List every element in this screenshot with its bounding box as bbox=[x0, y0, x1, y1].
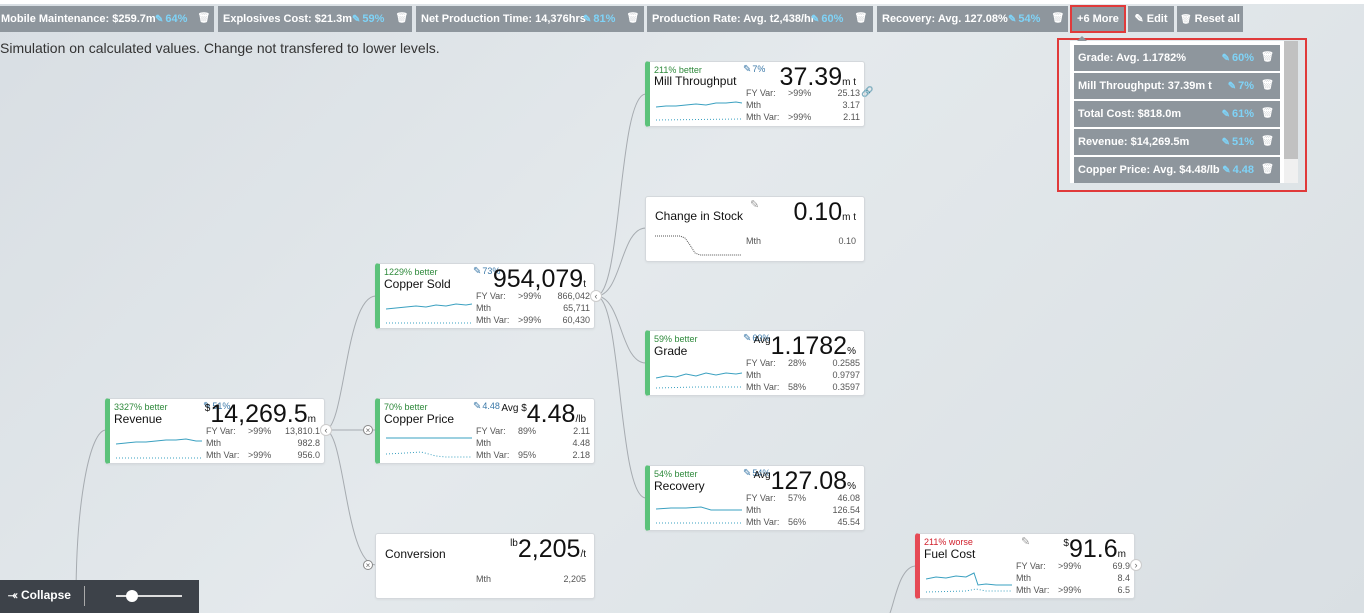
card-title: Fuel Cost bbox=[924, 547, 976, 561]
sparkline bbox=[656, 372, 742, 389]
trash-icon[interactable]: 🗑 bbox=[1261, 45, 1274, 71]
trash-icon[interactable]: 🗑 bbox=[1261, 101, 1274, 127]
trash-icon[interactable]: 🗑 bbox=[1261, 129, 1274, 155]
pencil-icon: ✎ bbox=[1221, 109, 1230, 120]
card-edit-pct[interactable]: ✎4.48 bbox=[473, 401, 500, 412]
expand-children-icon[interactable]: › bbox=[1130, 559, 1142, 571]
card-conversion[interactable]: Conversion lb2,205/t Mth 2,205 bbox=[375, 533, 595, 599]
card-title: Recovery bbox=[654, 479, 705, 493]
card-value: Avg127.08% bbox=[753, 467, 856, 495]
card-title: Conversion bbox=[385, 547, 446, 561]
sparkline bbox=[926, 572, 1012, 593]
collapse-tree-icon: ⤛ bbox=[8, 588, 18, 602]
popup-chip-grade[interactable]: Grade: Avg. 1.1782% ✎ 60% 🗑 bbox=[1074, 45, 1280, 71]
card-value: lb2,205/t bbox=[510, 535, 586, 563]
pencil-icon: ✎ bbox=[743, 64, 752, 75]
card-edit-pct[interactable]: ✎7% bbox=[743, 64, 765, 75]
card-recovery[interactable]: 54% better Recovery ✎54% Avg127.08% FY V… bbox=[645, 465, 865, 531]
card-title: Copper Price bbox=[384, 412, 455, 426]
card-value: Avg $4.48/lb bbox=[501, 400, 586, 428]
sparkline bbox=[116, 438, 202, 459]
card-title: Mill Throughput bbox=[654, 74, 737, 88]
pencil-icon[interactable]: ✎ bbox=[750, 198, 759, 211]
card-grade[interactable]: 59% better Grade ✎60% Avg1.1782% FY Var:… bbox=[645, 330, 865, 396]
popup-chip-copper-price[interactable]: Copper Price: Avg. $4.48/lb ✎ 4.48 🗑 bbox=[1074, 157, 1280, 183]
pencil-icon: ✎ bbox=[743, 333, 752, 344]
bottom-toolbar: ⤛ Collapse bbox=[0, 580, 199, 613]
card-title: Copper Sold bbox=[384, 277, 451, 291]
chip-label: Copper Price: Avg. $4.48/lb bbox=[1078, 164, 1220, 176]
chip-label: Revenue: $14,269.5m bbox=[1078, 136, 1190, 148]
popup-chip-total-cost[interactable]: Total Cost: $818.0m ✎ 61% 🗑 bbox=[1074, 101, 1280, 127]
pencil-icon: ✎ bbox=[473, 266, 482, 277]
multiply-operator-icon: × bbox=[363, 560, 373, 570]
card-status: 3327% better bbox=[114, 402, 168, 412]
card-value: $91.6m bbox=[1063, 535, 1126, 563]
card-copper-sold[interactable]: 1229% better Copper Sold ✎73% 954,079t F… bbox=[375, 263, 595, 329]
card-status: 59% better bbox=[654, 334, 698, 344]
card-mill-throughput[interactable]: 211% better Mill Throughput ✎7% 37.39m t… bbox=[645, 61, 865, 127]
more-chips-popup: Grade: Avg. 1.1782% ✎ 60% 🗑 Mill Throughp… bbox=[1070, 41, 1298, 183]
connector-coppersold-recovery bbox=[595, 295, 647, 499]
chip-pct[interactable]: ✎ 51% bbox=[1222, 129, 1254, 156]
sparkline bbox=[656, 101, 742, 121]
collapse-label: Collapse bbox=[20, 588, 71, 602]
card-title: Change in Stock bbox=[655, 209, 744, 223]
popup-scrollbar[interactable] bbox=[1284, 41, 1298, 183]
connector-root-revenue bbox=[75, 429, 107, 601]
connector-revenue-coppersold bbox=[324, 295, 377, 431]
card-status: 1229% better bbox=[384, 267, 438, 277]
card-value: $14,269.5m bbox=[204, 400, 316, 428]
chip-pct[interactable]: ✎ 61% bbox=[1222, 101, 1254, 128]
connector-coppersold-grade bbox=[595, 295, 647, 364]
trash-icon[interactable]: 🗑 bbox=[1261, 157, 1274, 183]
pencil-icon: ✎ bbox=[1221, 53, 1230, 64]
connector-revenue-conversion bbox=[324, 429, 377, 566]
chip-pct[interactable]: ✎ 7% bbox=[1228, 73, 1254, 100]
chip-pct[interactable]: ✎ 4.48 bbox=[1222, 157, 1254, 184]
trash-icon[interactable]: 🗑 bbox=[1261, 73, 1274, 99]
sparkline bbox=[386, 303, 472, 324]
connector-coppersold-mill bbox=[595, 93, 647, 297]
pencil-icon: ✎ bbox=[1222, 165, 1231, 176]
collapse-children-icon[interactable]: ‹ bbox=[590, 290, 602, 302]
collapse-button[interactable]: ⤛ Collapse bbox=[8, 588, 71, 603]
chip-label: Total Cost: $818.0m bbox=[1078, 108, 1182, 120]
connector-fuelcost bbox=[889, 565, 917, 613]
pencil-icon: ✎ bbox=[473, 401, 482, 412]
sparkline bbox=[655, 235, 741, 256]
card-copper-price[interactable]: 70% better Copper Price ✎4.48 Avg $4.48/… bbox=[375, 398, 595, 464]
pencil-icon: ✎ bbox=[1221, 137, 1230, 148]
card-title: Grade bbox=[654, 344, 688, 358]
pencil-icon: ✎ bbox=[743, 468, 752, 479]
sparkline bbox=[386, 437, 472, 458]
card-value: 0.10m t bbox=[793, 198, 856, 226]
chip-label: Grade: Avg. 1.1782% bbox=[1078, 52, 1187, 64]
card-title: Revenue bbox=[114, 412, 163, 426]
collapse-children-icon[interactable]: ‹ bbox=[320, 424, 332, 436]
popup-chip-revenue[interactable]: Revenue: $14,269.5m ✎ 51% 🗑 bbox=[1074, 129, 1280, 155]
card-status: 54% better bbox=[654, 469, 698, 479]
pencil-icon: ✎ bbox=[1227, 81, 1237, 92]
chip-label: Mill Throughput: 37.39m t bbox=[1078, 80, 1212, 92]
card-fuel-cost[interactable]: 211% worse Fuel Cost ✎ $91.6m FY Var: >99… bbox=[915, 533, 1135, 599]
card-revenue[interactable]: 3327% better Revenue ✎51% $14,269.5m FY … bbox=[105, 398, 325, 464]
card-status: 211% worse bbox=[924, 537, 973, 547]
multiply-operator-icon: × bbox=[363, 425, 373, 435]
card-value: 954,079t bbox=[492, 265, 586, 293]
card-status: 70% better bbox=[384, 402, 428, 412]
popup-scrollbar-thumb[interactable] bbox=[1284, 41, 1298, 159]
pencil-icon[interactable]: ✎ bbox=[1021, 535, 1030, 548]
link-icon[interactable]: 🔗 bbox=[861, 87, 873, 98]
toolbar-divider bbox=[84, 586, 85, 606]
connector-coppersold-stock bbox=[595, 227, 647, 297]
card-change-in-stock[interactable]: Change in Stock ✎ 0.10m t Mth 0.10 bbox=[645, 196, 865, 262]
card-value: Avg1.1782% bbox=[753, 332, 856, 360]
sparkline bbox=[656, 506, 742, 524]
popup-chip-mill-throughput[interactable]: Mill Throughput: 37.39m t ✎ 7% 🗑 bbox=[1074, 73, 1280, 99]
chip-pct[interactable]: ✎ 60% bbox=[1222, 45, 1254, 72]
zoom-slider-thumb[interactable] bbox=[126, 590, 138, 602]
